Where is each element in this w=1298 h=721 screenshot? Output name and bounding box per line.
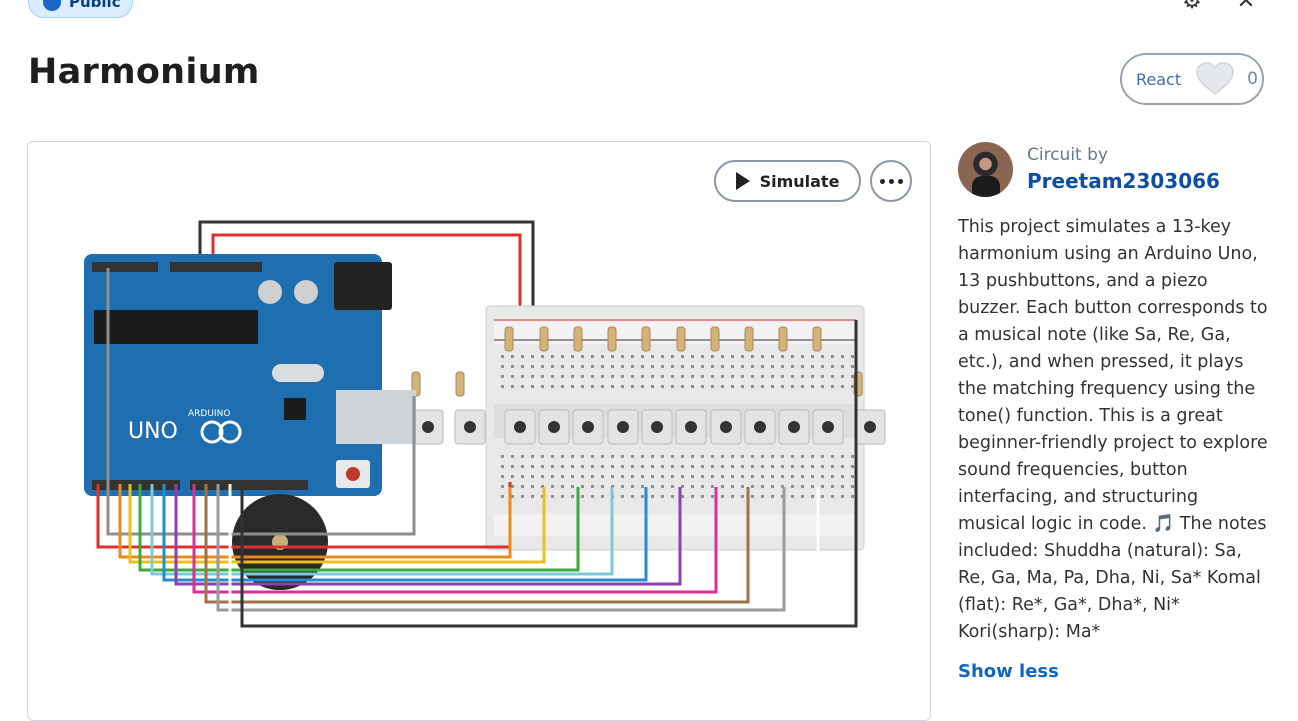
- board-model: UNO: [128, 419, 178, 444]
- simulate-button[interactable]: Simulate: [714, 160, 861, 202]
- heart-icon: [1196, 62, 1234, 95]
- more-options-button[interactable]: [870, 160, 912, 202]
- board-brand: ARDUINO: [188, 409, 230, 419]
- react-count: 0: [1247, 69, 1258, 89]
- page-title: Harmonium: [28, 52, 260, 92]
- circuit-diagram: UNO ARDUINO: [84, 220, 886, 628]
- show-less-link[interactable]: Show less: [958, 661, 1059, 682]
- gear-icon[interactable]: ⚙: [1180, 0, 1204, 14]
- circuit-canvas[interactable]: UNO ARDUINO Simulate: [27, 141, 931, 721]
- top-actions: ⚙ ✕: [1180, 0, 1258, 14]
- badge-label: Public: [69, 0, 121, 11]
- visibility-badge[interactable]: Public: [28, 0, 133, 18]
- globe-icon: [43, 0, 61, 11]
- react-label: React: [1136, 69, 1182, 89]
- project-description: This project simulates a 13-key harmoniu…: [958, 217, 1268, 642]
- simulate-label: Simulate: [759, 171, 840, 191]
- more-options-icon: [879, 178, 885, 184]
- react-button[interactable]: React 0: [1120, 53, 1264, 105]
- pushbuttons: [412, 409, 886, 445]
- avatar[interactable]: [958, 142, 1013, 197]
- author-link[interactable]: Preetam2303066: [1027, 169, 1220, 193]
- author-block: Circuit by Preetam2303066: [958, 142, 1220, 197]
- circuit-by-label: Circuit by: [1027, 145, 1108, 165]
- close-icon[interactable]: ✕: [1234, 0, 1258, 14]
- play-icon: [735, 172, 750, 190]
